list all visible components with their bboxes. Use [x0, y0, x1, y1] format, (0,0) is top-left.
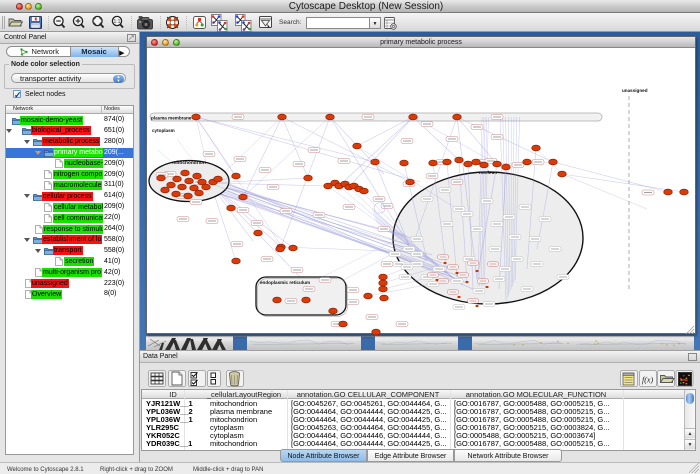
svg-text:endoplasmic reticulum: endoplasmic reticulum	[260, 280, 310, 285]
svg-text:nucleus: nucleus	[479, 170, 497, 176]
svg-text:plasma membrane: plasma membrane	[151, 115, 192, 120]
svg-text:f(x): f(x)	[642, 376, 653, 385]
svg-text:unassigned: unassigned	[622, 88, 648, 93]
svg-text:mitochondrion: mitochondrion	[172, 160, 206, 166]
svg-text:cytoplasm: cytoplasm	[152, 128, 175, 133]
svg-text:1:1: 1:1	[114, 19, 121, 25]
